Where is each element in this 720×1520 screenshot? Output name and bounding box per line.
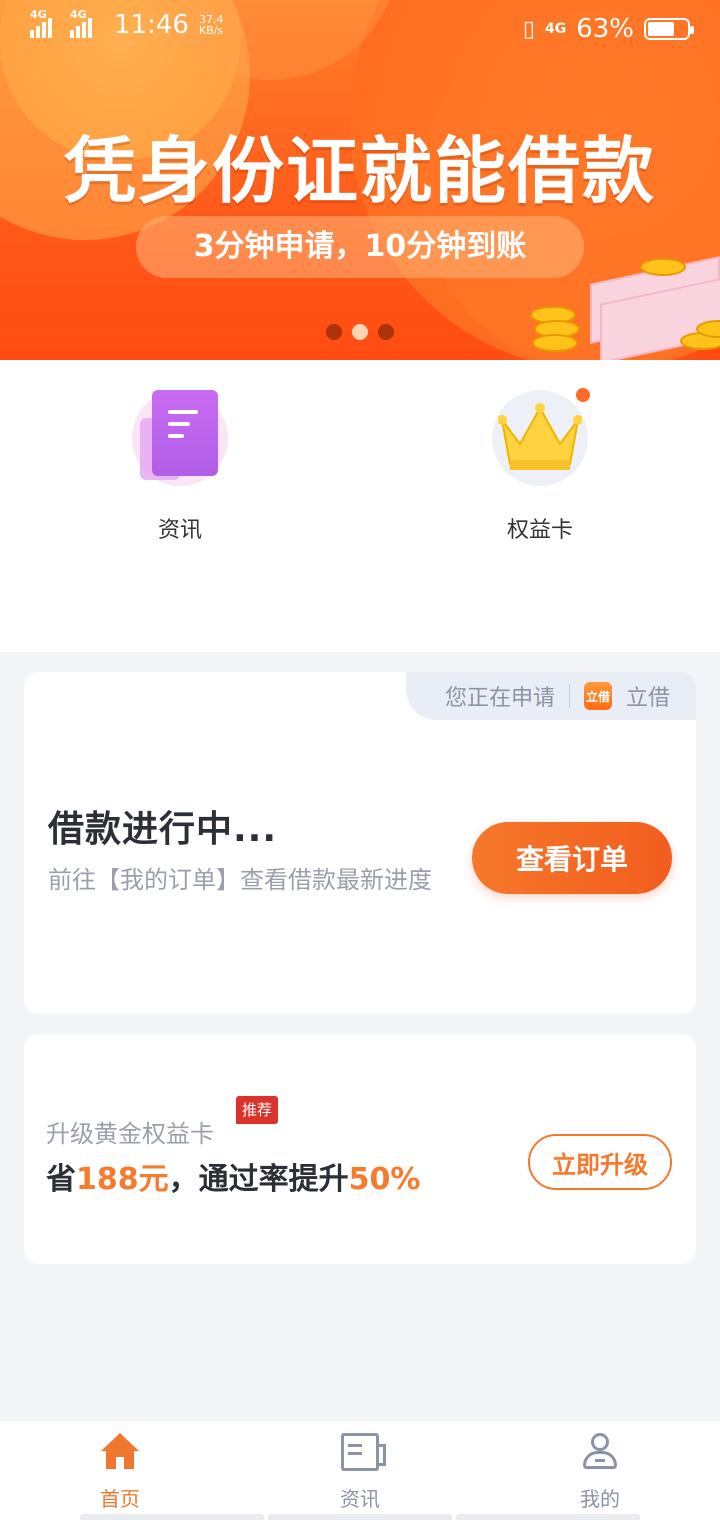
network-speed: 37.4 KB/s xyxy=(198,13,224,37)
banner-pagination xyxy=(326,324,394,340)
crown-icon xyxy=(492,388,590,486)
profile-icon xyxy=(581,1433,619,1471)
network-4g-label: 4G xyxy=(544,21,567,37)
notification-dot xyxy=(576,388,590,402)
nav-label: 首页 xyxy=(100,1487,140,1511)
loan-status-card: 您正在申请 立借 立借 借款进行中... 前往【我的订单】查看借款最新进度 查看… xyxy=(24,672,696,1014)
nav-label: 资讯 xyxy=(340,1487,380,1511)
nav-item-news[interactable]: 资讯 xyxy=(240,1433,480,1512)
quick-entry-benefit-card[interactable]: 权益卡 xyxy=(440,388,640,544)
loan-status-subtitle: 前往【我的订单】查看借款最新进度 xyxy=(48,866,432,894)
applying-app-tag: 您正在申请 立借 立借 xyxy=(406,672,696,720)
banner-subtitle: 3分钟申请，10分钟到账 xyxy=(136,216,584,278)
app-logo-icon: 立借 xyxy=(583,682,612,710)
view-order-button[interactable]: 查看订单 xyxy=(472,822,672,894)
banner-dot[interactable] xyxy=(326,324,342,340)
signal-icon: 4G xyxy=(70,8,100,38)
nav-label: 我的 xyxy=(580,1487,620,1511)
pass-rate: 50% xyxy=(348,1162,421,1197)
bottom-nav: 首页 资讯 我的 xyxy=(0,1420,720,1520)
upgrade-title: 升级黄金权益卡 xyxy=(46,1120,214,1148)
status-time: 11:46 xyxy=(114,10,189,40)
quick-entry-news[interactable]: 资讯 xyxy=(80,390,280,544)
news-icon xyxy=(341,1433,386,1471)
nav-item-home[interactable]: 首页 xyxy=(0,1433,240,1512)
divider xyxy=(568,684,570,708)
app-name: 立借 xyxy=(625,686,670,711)
status-bar: 4G 4G 11:46 37.4 KB/s ▯ 4G 63% xyxy=(0,0,720,56)
battery-percent: 63% xyxy=(576,14,634,44)
news-doc-icon xyxy=(132,390,228,486)
upgrade-now-button[interactable]: 立即升级 xyxy=(528,1134,672,1190)
upgrade-description: 省188元，通过率提升50% xyxy=(46,1162,421,1197)
banner-dot[interactable] xyxy=(378,324,394,340)
quick-entry-label: 权益卡 xyxy=(506,518,573,543)
banner-dot-active[interactable] xyxy=(352,324,368,340)
home-icon xyxy=(101,1433,139,1471)
quick-entry-label: 资讯 xyxy=(157,518,202,543)
vibrate-icon: ▯ xyxy=(522,16,535,42)
nav-item-profile[interactable]: 我的 xyxy=(480,1433,720,1512)
money-illustration xyxy=(520,240,720,360)
quick-entries: 资讯 权益卡 xyxy=(0,360,720,652)
banner-title: 凭身份证就能借款 xyxy=(63,129,656,213)
upgrade-card: 升级黄金权益卡 推荐 省188元，通过率提升50% 立即升级 xyxy=(24,1034,696,1264)
signal-icon: 4G xyxy=(30,8,60,38)
promo-banner[interactable]: 4G 4G 11:46 37.4 KB/s ▯ 4G 63% 凭身份证就能借款 … xyxy=(0,0,720,360)
loan-status-title: 借款进行中... xyxy=(48,809,278,850)
recommend-badge: 推荐 xyxy=(236,1096,279,1124)
save-amount: 188元 xyxy=(76,1162,169,1197)
gesture-bar xyxy=(80,1514,640,1520)
applying-label: 您正在申请 xyxy=(444,686,555,711)
battery-icon xyxy=(644,18,694,40)
